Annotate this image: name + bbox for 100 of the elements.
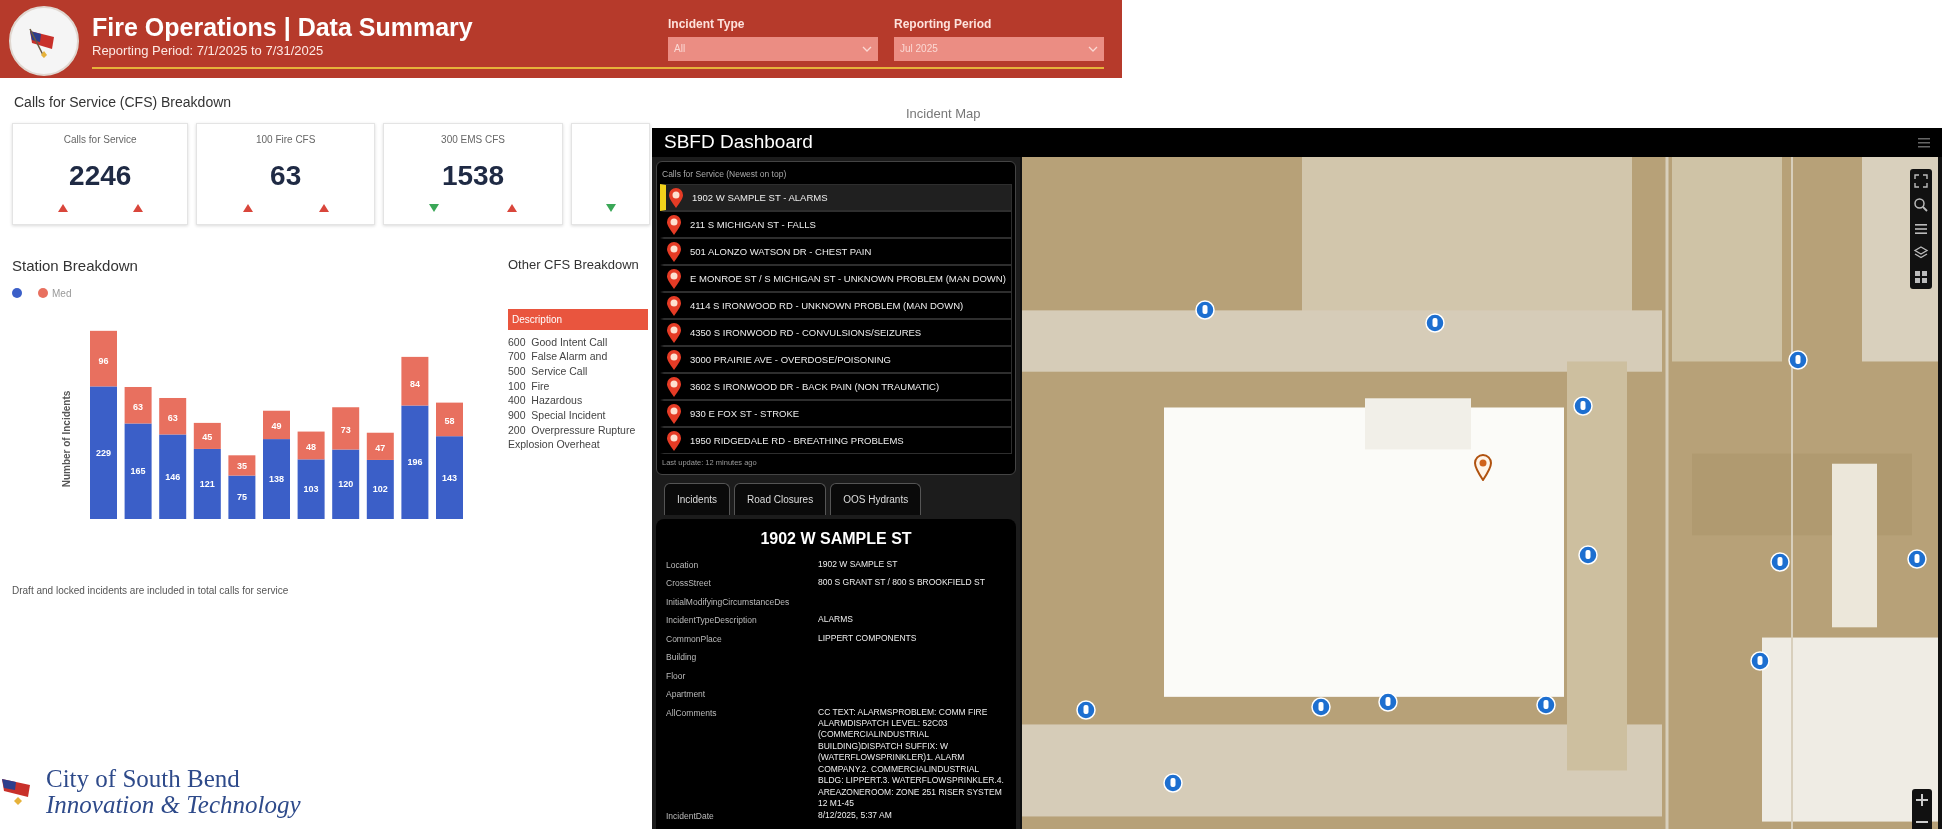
map-marker-icon: [1750, 650, 1770, 671]
table-title: Other CFS Breakdown: [508, 256, 640, 274]
tab[interactable]: Road Closures: [734, 482, 827, 515]
map-marker-icon: [1076, 699, 1096, 720]
field-label: CrossStreet: [666, 577, 712, 590]
incident-list-item[interactable]: 3000 PRAIRIE AVE - OVERDOSE/POISONING: [660, 346, 1012, 374]
data-label: 35: [236, 460, 247, 471]
incident-list-item[interactable]: 930 E FOX ST - STROKE: [660, 400, 1012, 428]
table-row-text: 500 Service Call: [508, 363, 589, 379]
chart-title: Station Breakdown: [12, 256, 139, 276]
detail-title: 1902 W SAMPLE ST: [759, 528, 913, 549]
kpi-label: Calls for Service: [62, 133, 138, 147]
incident-list-item[interactable]: 501 ALONZO WATSON DR - CHEST PAIN: [660, 238, 1012, 266]
map-marker-icon: [1311, 696, 1331, 717]
dashboard-title: SBFD Dashboard: [664, 130, 813, 154]
data-label: 120: [338, 478, 354, 489]
data-label: 146: [165, 471, 181, 482]
organization-name: City of South Bend: [46, 765, 241, 791]
reporting-period-text: Reporting Period: 7/1/2025 to 7/31/2025: [92, 42, 325, 60]
map-marker-icon: [1578, 544, 1598, 565]
grid-icon[interactable]: [1913, 268, 1929, 285]
field-value: 800 S GRANT ST / 800 S BROOKFIELD ST: [818, 577, 985, 589]
table-row-text: 200 Overpressure Rupture Explosion Overheat: [508, 422, 637, 452]
data-label: 96: [98, 355, 109, 366]
incident-list-item[interactable]: 211 S MICHIGAN ST - FALLS: [660, 211, 1012, 239]
caret-icon: [1088, 45, 1098, 52]
table-row-text: 900 Special Incident: [508, 407, 607, 423]
incident-list-item[interactable]: 4350 S IRONWOOD RD - CONVULSIONS/SEIZURES: [660, 319, 1012, 347]
field-label: AllComments: [666, 706, 718, 720]
filter-label: Incident Type: [668, 15, 746, 33]
kpi-value: 2246: [68, 159, 133, 193]
filter-label: Reporting Period: [894, 15, 993, 33]
map-title: Incident Map: [905, 105, 982, 123]
incident-list-item[interactable]: 4114 S IRONWOOD RD - UNKNOWN PROBLEM (MAN DOWN): [660, 292, 1012, 320]
map-pin-icon: [666, 321, 682, 344]
layers-icon[interactable]: [1913, 244, 1929, 261]
data-label: 49: [271, 420, 282, 431]
field-label: Floor: [666, 669, 687, 683]
table-row-text: 600 Good Intent Call: [508, 334, 609, 350]
tab[interactable]: OOS Hydrants: [830, 482, 922, 515]
field-label: IncidentTypeDescription: [666, 614, 758, 627]
map-pin-icon: [666, 375, 682, 398]
table-row-text: 400 Hazardous: [508, 393, 584, 408]
incident-list-item[interactable]: 3602 S IRONWOOD DR - BACK PAIN (NON TRAUMATIC): [660, 373, 1012, 401]
field-value: CC TEXT: ALARMSPROBLEM: COMM FIRE ALARMDISPATCH LEVEL: 52C03 (COMMERCIALINDUSTRIAL BUILDING)DISPATCH SUFFIX: W (WATERFLOWSPRINKLER)1. ALARM COMPANY.2. COMMERCIALINDUSTRIAL BLDG: LIPPERT.3. WATERFLOWSPRINKLER.4. AREAZONEROOM: ZONE 251 RISER SYSTEM 12 M1-45: [818, 706, 1005, 810]
field-label: Apartment: [666, 688, 707, 701]
legend-label: Med: [52, 286, 72, 301]
data-label: 84: [409, 378, 420, 389]
axis-title: Number of Incidents: [61, 390, 72, 487]
table-row-text: 700 False Alarm and: [508, 349, 609, 364]
data-label: 103: [303, 483, 319, 494]
data-label: 196: [407, 456, 423, 467]
tab[interactable]: Incidents: [664, 482, 731, 515]
location-pin-icon: [1473, 452, 1493, 481]
kpi-label: 300 EMS CFS: [440, 133, 506, 147]
incident-list-item[interactable]: 1950 RIDGEDALE RD - BREATHING PROBLEMS: [660, 427, 1012, 455]
map-marker-icon: [1195, 299, 1215, 320]
field-value: LIPPERT COMPONENTS: [818, 632, 917, 645]
data-label: 63: [133, 401, 144, 412]
data-label: 143: [442, 472, 457, 483]
section-title: Calls for Service (CFS) Breakdown: [14, 93, 233, 112]
data-label: 63: [167, 412, 178, 423]
flag-emblem-icon: [2, 778, 30, 805]
incident-list-item[interactable]: E MONROE ST / S MICHIGAN ST - UNKNOWN PROBLEM (MAN DOWN): [660, 265, 1012, 293]
footnote-text: Draft and locked incidents are included in total calls for service: [12, 583, 290, 598]
map-marker-icon: [1907, 548, 1927, 569]
field-value: 1902 W SAMPLE ST: [818, 558, 898, 571]
data-label: 73: [340, 425, 351, 435]
dashboard-title: Fire Operations | Data Summary: [92, 13, 473, 41]
map-marker-icon: [1425, 312, 1445, 333]
search-icon[interactable]: [1913, 196, 1929, 213]
data-label: 138: [269, 473, 284, 484]
map-marker-icon: [1788, 349, 1808, 370]
data-label: 102: [372, 483, 388, 494]
data-label: 48: [306, 441, 317, 452]
expand-icon[interactable]: [1913, 172, 1929, 189]
kpi-value: 1538: [440, 159, 506, 193]
zoom-in-icon[interactable]: [1915, 792, 1929, 807]
map-pin-icon: [666, 267, 682, 290]
data-label: 165: [130, 465, 146, 476]
map-pin-icon: [666, 213, 682, 236]
field-label: IncidentDate: [666, 809, 715, 823]
city-seal-icon: [8, 5, 80, 77]
data-label: 45: [202, 431, 213, 442]
table-row-text: 100 Fire: [508, 378, 551, 394]
map-marker-icon: [1163, 772, 1183, 793]
map-pin-icon: [666, 294, 682, 317]
data-label: 75: [236, 491, 247, 502]
kpi-value: 63: [269, 159, 303, 193]
map-pin-icon: [668, 186, 684, 209]
map-pin-icon: [666, 240, 682, 263]
incident-list-item[interactable]: 1902 W SAMPLE ST - ALARMS: [660, 184, 1012, 212]
data-label: 229: [96, 447, 111, 458]
column-header: Description: [508, 308, 648, 330]
data-label: 121: [199, 478, 215, 489]
field-label: CommonPlace: [666, 632, 723, 646]
field-label: Location: [666, 558, 700, 572]
field-value: ALARMS: [818, 614, 853, 626]
menu-icon[interactable]: [1918, 136, 1930, 148]
data-label: 58: [444, 415, 455, 426]
